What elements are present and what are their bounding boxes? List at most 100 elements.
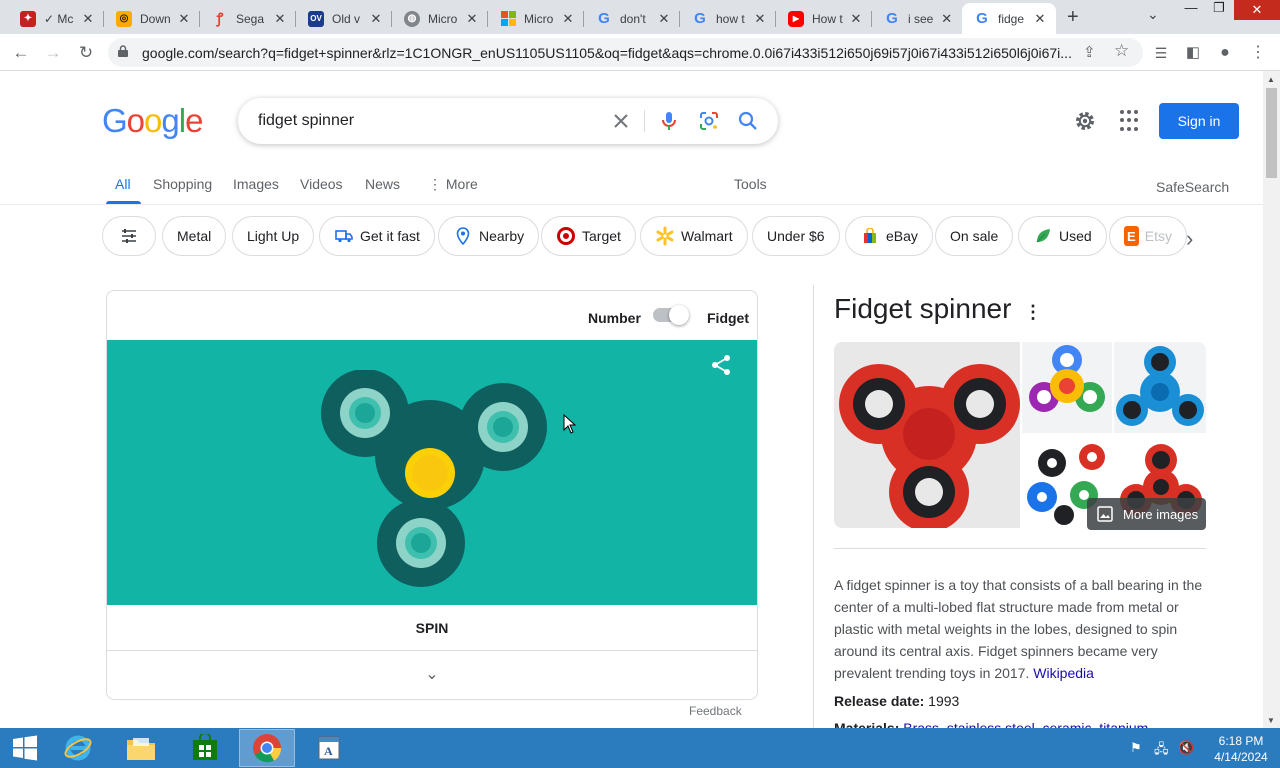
search-input[interactable] [258,108,598,134]
new-tab-button[interactable]: + [1067,6,1079,29]
filter-settings-chip[interactable] [102,216,156,256]
store-taskbar-button[interactable] [177,729,233,767]
profile-icon[interactable]: ● [1214,42,1236,64]
chip-nearby[interactable]: Nearby [438,216,540,256]
panel-divider [813,285,814,730]
restore-icon[interactable]: ❐ [1204,0,1234,20]
chip-etsy[interactable]: E Etsy [1109,216,1187,256]
close-tab-icon[interactable]: ✕ [560,11,576,27]
fidget-spinner-graphic[interactable] [317,370,557,595]
back-arrow-icon[interactable]: ← [10,42,32,64]
mode-toggle-row: Number Fidget [107,291,757,340]
clear-icon[interactable] [609,109,633,133]
internet-explorer-taskbar-button[interactable] [50,729,106,767]
expand-chevron-icon[interactable]: ⌄ [107,651,757,699]
volume-muted-icon[interactable]: 🔇 [1178,740,1194,756]
lens-camera-icon[interactable] [697,109,721,133]
google-apps-icon[interactable] [1120,110,1142,132]
flag-notification-icon[interactable]: ⚑ [1130,740,1142,756]
tab-news[interactable]: News [365,176,400,192]
chip-get-it-fast[interactable]: Get it fast [319,216,435,256]
page-scrollbar[interactable]: ▲ ▼ [1263,71,1280,728]
scrollbar-thumb[interactable] [1266,88,1277,178]
chip-under-6[interactable]: Under $6 [752,216,840,256]
browser-tab[interactable]: ▶ How t ✕ [776,3,872,34]
spin-button[interactable]: SPIN [107,605,757,651]
browser-tab[interactable]: ✦ ✓ Mc ✕ [8,3,104,34]
network-icon[interactable]: 🖧 [1154,740,1169,762]
tab-more[interactable]: ⋮ More [428,176,478,193]
browser-tab[interactable]: OV Old v ✕ [296,3,392,34]
url-text[interactable]: google.com/search?q=fidget+spinner&rlz=1… [142,45,1072,61]
browser-tab-active[interactable]: G fidge ✕ [962,3,1056,34]
main-spinner-image[interactable] [834,342,1020,528]
close-tab-icon[interactable]: ✕ [176,11,192,27]
scroll-down-icon[interactable]: ▼ [1267,716,1275,725]
close-tab-icon[interactable]: ✕ [939,11,954,27]
chip-target[interactable]: Target [541,216,636,256]
safesearch-button[interactable]: SafeSearch [1156,179,1229,195]
google-logo[interactable]: Google [102,102,203,140]
close-window-icon[interactable]: ✕ [1234,0,1280,20]
menu-kebab-icon[interactable]: ⋮ [1247,42,1269,64]
bookmark-star-icon[interactable]: ☆ [1114,41,1129,61]
tab-videos[interactable]: Videos [300,176,343,192]
number-label: Number [588,310,641,326]
sign-in-button[interactable]: Sign in [1159,103,1239,139]
wikipedia-link[interactable]: Wikipedia [1033,665,1094,681]
chip-light-up[interactable]: Light Up [232,216,315,256]
mode-toggle-switch[interactable] [653,305,689,325]
settings-gear-icon[interactable] [1073,109,1097,133]
browser-tab[interactable]: G how t ✕ [680,3,776,34]
chip-metal[interactable]: Metal [162,216,227,256]
scroll-up-icon[interactable]: ▲ [1267,75,1275,84]
system-clock[interactable]: 6:18 PM 4/14/2024 [1206,733,1276,765]
close-tab-icon[interactable]: ✕ [656,11,672,27]
chip-used[interactable]: Used [1018,216,1107,256]
address-bar[interactable]: google.com/search?q=fidget+spinner&rlz=1… [108,38,1143,67]
spinner-canvas[interactable] [107,340,757,605]
tools-button[interactable]: Tools [734,176,767,192]
reload-icon[interactable]: ↻ [75,42,97,64]
reading-list-icon[interactable]: ☰ [1150,42,1172,64]
tab-all[interactable]: All [115,176,131,192]
browser-tab[interactable]: ꝭ Sega ✕ [200,3,296,34]
chip-ebay[interactable]: eBay [845,216,933,256]
chip-on-sale[interactable]: On sale [935,216,1014,256]
close-tab-icon[interactable]: ✕ [272,11,288,27]
materials-value[interactable]: Brass, stainless steel, ceramic, titaniu… [903,720,1148,728]
chrome-taskbar-button[interactable] [239,729,295,767]
search-icon[interactable] [736,109,760,133]
browser-tab[interactable]: Micro ✕ [488,3,584,34]
more-images-button[interactable]: More images [1087,498,1206,530]
tab-search-chevron-icon[interactable]: ⌄ [1147,6,1159,23]
start-button[interactable] [0,729,50,767]
share-icon[interactable]: ⇪ [1083,43,1096,61]
minimize-icon[interactable]: — [1176,0,1206,20]
blue-spinner-image[interactable] [1114,342,1206,433]
side-panel-icon[interactable]: ◧ [1182,42,1204,64]
close-tab-icon[interactable]: ✕ [848,11,864,27]
more-options-icon[interactable]: ⋮ [1024,302,1042,323]
feedback-link[interactable]: Feedback [689,704,742,718]
chevron-right-icon[interactable]: › [1186,226,1193,252]
browser-tab[interactable]: G don't ✕ [584,3,680,34]
rainbow-spinner-photo [1029,345,1105,412]
share-icon[interactable] [710,354,732,376]
close-tab-icon[interactable]: ✕ [1032,11,1048,27]
notepad-taskbar-button[interactable]: A [301,729,357,767]
forward-arrow-icon[interactable]: → [42,42,64,64]
close-tab-icon[interactable]: ✕ [464,11,480,27]
microphone-icon[interactable] [657,109,681,133]
browser-tab[interactable]: ◍ Micro ✕ [392,3,488,34]
close-tab-icon[interactable]: ✕ [80,11,96,27]
close-tab-icon[interactable]: ✕ [752,11,768,27]
tab-shopping[interactable]: Shopping [153,176,212,192]
rainbow-spinner-image[interactable] [1022,342,1112,433]
browser-tab[interactable]: ◎ Down ✕ [104,3,200,34]
tab-images[interactable]: Images [233,176,279,192]
file-explorer-taskbar-button[interactable] [113,729,169,767]
close-tab-icon[interactable]: ✕ [368,11,384,27]
browser-tab[interactable]: G i see ✕ [872,3,962,34]
chip-walmart[interactable]: Walmart [640,216,748,256]
